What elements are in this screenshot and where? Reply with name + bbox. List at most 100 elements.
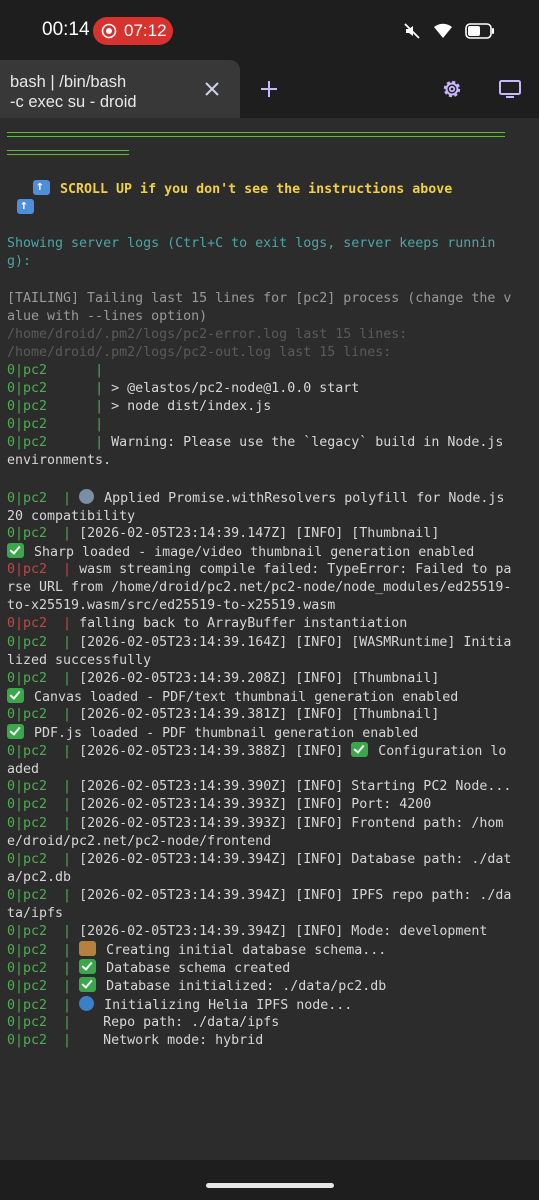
log-line: 0|pc2 | [2026-02-05T23:14:39.390Z] [INFO… [7, 778, 513, 796]
log-prefix: 0|pc2 [7, 797, 48, 813]
log-prefix: 0|pc2 [7, 562, 48, 578]
log-line: 0|pc2 | [2026-02-05T23:14:39.164Z] [INFO… [7, 634, 513, 670]
tab-bar: bash | /bin/bash -c exec su - droid [0, 60, 539, 118]
log-text: Sharp loaded - image/video thumbnail gen… [26, 545, 475, 560]
log-text: [2026-02-05T23:14:39.394Z] [INFO] Mode: … [79, 924, 488, 940]
log-text: [2026-02-05T23:14:39.388Z] [INFO] [79, 744, 352, 760]
log-line: 0|pc2 | [2026-02-05T23:14:39.388Z] [INFO… [7, 742, 513, 779]
log-text: [2026-02-05T23:14:39.393Z] [INFO] Port: … [79, 797, 432, 813]
gear-icon[interactable] [440, 77, 464, 101]
log-text: Canvas loaded - PDF/text thumbnail gener… [26, 689, 459, 705]
log-prefix: 0|pc2 [7, 961, 48, 977]
plus-icon[interactable] [258, 78, 280, 100]
log-pipe: | [95, 417, 104, 433]
log-line: 0|pc2 | > @elastos/pc2-node@1.0.0 start [7, 380, 513, 398]
monitor-icon[interactable] [498, 77, 522, 101]
log-pipe: | [95, 363, 104, 378]
log-text: [2026-02-05T23:14:39.394Z] [INFO] IPFS r… [7, 887, 512, 921]
log-line: 0|pc2 | Creating initial database schema… [7, 941, 513, 960]
home-gesture-handle[interactable] [206, 1183, 334, 1188]
log-prefix: 0|pc2 [7, 616, 48, 632]
log-text: Database initialized: ./data/pc2.db [106, 979, 387, 995]
log-continuation-line: PDF.js loaded - PDF thumbnail generation… [7, 724, 513, 743]
log-prefix: 0|pc2 [7, 525, 48, 541]
log-prefix: 0|pc2 [7, 634, 48, 650]
log-prefix: 0|pc2 [7, 706, 48, 722]
package-icon [79, 941, 97, 957]
log-prefix: 0|pc2 [7, 363, 48, 378]
log-text: Creating initial database schema... [106, 943, 387, 959]
log-prefix: 0|pc2 [7, 943, 48, 959]
log-text: [2026-02-05T23:14:39.208Z] [INFO] [Thumb… [79, 670, 440, 686]
log-prefix: 0|pc2 [7, 744, 48, 760]
log-pipe: | [63, 744, 72, 760]
log-text: wasm streaming compile failed: TypeError… [7, 562, 512, 614]
log-pipe: | [63, 525, 72, 541]
log-text: [2026-02-05T23:14:39.390Z] [INFO] Starti… [79, 779, 512, 795]
log-line: 0|pc2 | [2026-02-05T23:14:39.394Z] [INFO… [7, 923, 513, 941]
log-text: [2026-02-05T23:14:39.147Z] [INFO] [Thumb… [79, 525, 440, 541]
error-log-line: 0|pc2 | wasm streaming compile failed: T… [7, 561, 513, 615]
log-prefix: 0|pc2 [7, 815, 48, 831]
log-pipe: | [63, 634, 72, 650]
log-pipe: | [63, 979, 72, 995]
log-pipe: | [63, 779, 72, 795]
log-text: [2026-02-05T23:14:39.394Z] [INFO] Databa… [7, 851, 512, 885]
battery-icon [465, 23, 494, 39]
log-line: 0|pc2 | Database schema created [7, 959, 513, 978]
log-pipe: | [63, 562, 72, 578]
check-icon [79, 977, 97, 993]
log-pipe: | [63, 670, 72, 686]
log-pipe: | [63, 997, 72, 1013]
log-text: > @elastos/pc2-node@1.0.0 start [103, 381, 360, 397]
log-pipe: | [63, 851, 72, 867]
navigation-bar [0, 1160, 539, 1200]
log-prefix: 0|pc2 [7, 399, 48, 415]
log-prefix: 0|pc2 [7, 924, 48, 940]
tab-bash-session[interactable]: bash | /bin/bash -c exec su - droid [0, 60, 240, 118]
log-text: Initializing Helia IPFS node... [104, 997, 353, 1013]
check-icon [79, 959, 97, 975]
log-pipe: | [63, 797, 72, 813]
check-icon [7, 724, 24, 739]
log-prefix: 0|pc2 [7, 779, 48, 795]
close-icon[interactable] [202, 79, 222, 99]
log-text: PDF.js loaded - PDF thumbnail generation… [26, 726, 419, 741]
log-line: 0|pc2 | [2026-02-05T23:14:39.394Z] [INFO… [7, 887, 513, 923]
log-line: 0|pc2 | [7, 362, 513, 380]
terminal-output[interactable]: SCROLL UP if you don't see the instructi… [0, 118, 539, 1160]
log-text: falling back to ArrayBuffer instantiatio… [79, 616, 408, 632]
log-pipe: | [63, 1014, 72, 1030]
log-pipe: | [63, 887, 72, 903]
log-text: [2026-02-05T23:14:39.164Z] [INFO] [WASMR… [7, 634, 512, 668]
log-prefix: 0|pc2 [7, 1032, 48, 1048]
out-log-path: /home/droid/.pm2/logs/pc2-out.log last 1… [7, 345, 392, 360]
log-pipe: | [95, 399, 104, 415]
log-pipe: | [95, 381, 104, 397]
log-line: 0|pc2 | [2026-02-05T23:14:39.147Z] [INFO… [7, 525, 513, 543]
log-pipe: | [63, 815, 72, 831]
log-prefix: 0|pc2 [7, 381, 48, 397]
log-pipe: | [63, 943, 72, 959]
tailing-line: [TAILING] Tailing last 15 lines for [pc2… [7, 291, 512, 325]
up-arrow-icon [33, 178, 50, 196]
log-pipe: | [63, 1032, 72, 1048]
log-continuation-line: Sharp loaded - image/video thumbnail gen… [7, 543, 513, 562]
globe-icon [79, 995, 95, 1011]
scroll-notice: SCROLL UP if you don't see the instructi… [7, 178, 513, 218]
screen-recording-indicator[interactable]: 07:12 [93, 17, 173, 45]
tab-title: bash | /bin/bash -c exec su - droid [10, 73, 137, 111]
check-icon [351, 742, 369, 758]
log-prefix: 0|pc2 [7, 417, 48, 433]
log-prefix: 0|pc2 [7, 1014, 48, 1030]
up-arrow-icon [17, 197, 34, 215]
log-line: 0|pc2 | [2026-02-05T23:14:39.393Z] [INFO… [7, 815, 513, 851]
mute-icon [404, 23, 420, 39]
log-line: 0|pc2 | [2026-02-05T23:14:39.381Z] [INFO… [7, 706, 513, 724]
logs-header: Showing server logs (Ctrl+C to exit logs… [7, 236, 496, 270]
log-line: 0|pc2 | Network mode: hybrid [7, 1032, 513, 1050]
log-text: > node dist/index.js [103, 399, 272, 415]
log-prefix: 0|pc2 [7, 490, 48, 506]
